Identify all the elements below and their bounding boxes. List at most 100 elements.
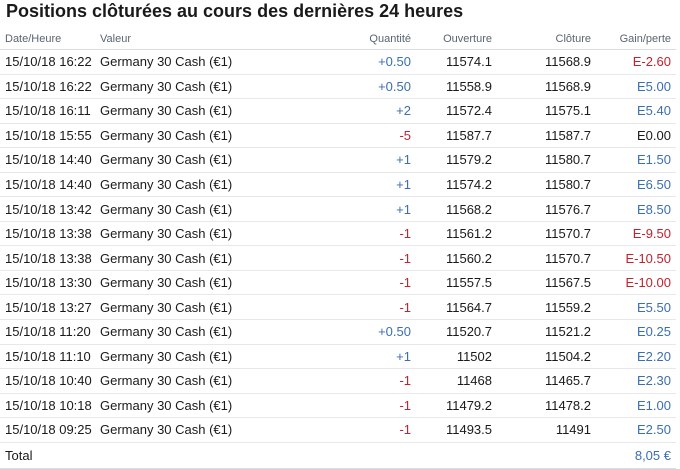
cell-quantity: +2 <box>265 98 416 124</box>
column-header-quantity[interactable]: Quantité <box>265 28 416 50</box>
column-header-close[interactable]: Clôture <box>497 28 596 50</box>
cell-value: Germany 30 Cash (€1) <box>95 123 265 149</box>
cell-quantity: +1 <box>265 147 416 173</box>
cell-close: 11491 <box>497 417 596 443</box>
cell-date: 15/10/18 14:40 <box>0 147 95 173</box>
cell-value: Germany 30 Cash (€1) <box>95 147 265 173</box>
cell-quantity: -1 <box>265 294 416 321</box>
cell-open: 11493.5 <box>416 417 497 443</box>
cell-close: 11587.7 <box>497 123 596 149</box>
cell-close: 11465.7 <box>497 368 596 394</box>
cell-quantity: +1 <box>265 172 416 198</box>
cell-value: Germany 30 Cash (€1) <box>95 196 265 222</box>
column-header-open[interactable]: Ouverture <box>416 28 497 50</box>
cell-close: 11580.7 <box>497 172 596 198</box>
cell-open: 11561.2 <box>416 221 497 247</box>
total-row: Total 8,05 € <box>0 442 676 469</box>
cell-close: 11568.9 <box>497 74 596 100</box>
cell-date: 15/10/18 11:10 <box>0 344 95 370</box>
column-header-date[interactable]: Date/Heure <box>0 28 95 50</box>
table-row[interactable]: 15/10/18 16:22 Germany 30 Cash (€1) +0.5… <box>0 74 676 100</box>
cell-gain: E0.25 <box>596 319 676 345</box>
cell-date: 15/10/18 11:20 <box>0 319 95 345</box>
cell-value: Germany 30 Cash (€1) <box>95 98 265 124</box>
cell-close: 11568.9 <box>497 49 596 75</box>
cell-close: 11478.2 <box>497 393 596 419</box>
cell-value: Germany 30 Cash (€1) <box>95 344 265 370</box>
cell-gain: E8.50 <box>596 196 676 222</box>
cell-value: Germany 30 Cash (€1) <box>95 245 265 271</box>
table-row[interactable]: 15/10/18 14:40 Germany 30 Cash (€1) +1 1… <box>0 172 676 198</box>
cell-close: 11570.7 <box>497 245 596 271</box>
cell-close: 11559.2 <box>497 294 596 321</box>
total-label: Total <box>0 442 95 469</box>
cell-open: 11560.2 <box>416 245 497 271</box>
cell-date: 15/10/18 13:30 <box>0 270 95 296</box>
table-row[interactable]: 15/10/18 16:11 Germany 30 Cash (€1) +2 1… <box>0 98 676 124</box>
cell-quantity: +0.50 <box>265 49 416 75</box>
cell-open: 11520.7 <box>416 319 497 345</box>
cell-close: 11575.1 <box>497 98 596 124</box>
table-row[interactable]: 15/10/18 13:38 Germany 30 Cash (€1) -1 1… <box>0 221 676 247</box>
cell-quantity: -5 <box>265 123 416 149</box>
table-row[interactable]: 15/10/18 13:27 Germany 30 Cash (€1) -1 1… <box>0 294 676 321</box>
cell-quantity: +1 <box>265 344 416 370</box>
table-body: 15/10/18 16:22 Germany 30 Cash (€1) +0.5… <box>0 49 676 443</box>
cell-open: 11579.2 <box>416 147 497 173</box>
table-row[interactable]: 15/10/18 11:20 Germany 30 Cash (€1) +0.5… <box>0 319 676 345</box>
cell-gain: E1.00 <box>596 393 676 419</box>
cell-close: 11576.7 <box>497 196 596 222</box>
cell-gain: E5.50 <box>596 294 676 321</box>
table-row[interactable]: 15/10/18 14:40 Germany 30 Cash (€1) +1 1… <box>0 147 676 173</box>
table-row[interactable]: 15/10/18 13:30 Germany 30 Cash (€1) -1 1… <box>0 270 676 296</box>
total-value: 8,05 € <box>596 442 676 469</box>
column-header-value[interactable]: Valeur <box>95 28 265 50</box>
closed-positions-table: Date/Heure Valeur Quantité Ouverture Clô… <box>0 28 676 469</box>
cell-value: Germany 30 Cash (€1) <box>95 294 265 321</box>
cell-close: 11580.7 <box>497 147 596 173</box>
cell-open: 11587.7 <box>416 123 497 149</box>
cell-close: 11521.2 <box>497 319 596 345</box>
cell-gain: E-2.60 <box>596 49 676 75</box>
table-row[interactable]: 15/10/18 13:42 Germany 30 Cash (€1) +1 1… <box>0 196 676 222</box>
closed-positions-panel: Positions clôturées au cours des dernièr… <box>0 0 680 469</box>
table-row[interactable]: 15/10/18 09:25 Germany 30 Cash (€1) -1 1… <box>0 417 676 443</box>
cell-gain: E-10.00 <box>596 270 676 296</box>
cell-gain: E-10.50 <box>596 245 676 271</box>
cell-open: 11479.2 <box>416 393 497 419</box>
cell-date: 15/10/18 15:55 <box>0 123 95 149</box>
cell-gain: E2.20 <box>596 344 676 370</box>
table-row[interactable]: 15/10/18 13:38 Germany 30 Cash (€1) -1 1… <box>0 245 676 271</box>
cell-date: 15/10/18 16:22 <box>0 49 95 75</box>
page-title: Positions clôturées au cours des dernièr… <box>6 1 464 21</box>
cell-date: 15/10/18 14:40 <box>0 172 95 198</box>
cell-gain: E2.30 <box>596 368 676 394</box>
cell-quantity: -1 <box>265 245 416 271</box>
cell-open: 11468 <box>416 368 497 394</box>
cell-date: 15/10/18 09:25 <box>0 417 95 443</box>
table-row[interactable]: 15/10/18 11:10 Germany 30 Cash (€1) +1 1… <box>0 344 676 370</box>
cell-quantity: +1 <box>265 196 416 222</box>
table-row[interactable]: 15/10/18 10:40 Germany 30 Cash (€1) -1 1… <box>0 368 676 394</box>
cell-date: 15/10/18 10:18 <box>0 393 95 419</box>
table-row[interactable]: 15/10/18 16:22 Germany 30 Cash (€1) +0.5… <box>0 49 676 75</box>
cell-quantity: +0.50 <box>265 74 416 100</box>
table-header-row: Date/Heure Valeur Quantité Ouverture Clô… <box>0 28 676 50</box>
cell-close: 11567.5 <box>497 270 596 296</box>
table-row[interactable]: 15/10/18 15:55 Germany 30 Cash (€1) -5 1… <box>0 123 676 149</box>
cell-date: 15/10/18 16:22 <box>0 74 95 100</box>
cell-open: 11502 <box>416 344 497 370</box>
cell-date: 15/10/18 13:27 <box>0 294 95 321</box>
column-header-gain[interactable]: Gain/perte <box>596 28 676 50</box>
cell-date: 15/10/18 16:11 <box>0 98 95 124</box>
cell-date: 15/10/18 13:38 <box>0 221 95 247</box>
cell-date: 15/10/18 13:42 <box>0 196 95 222</box>
table-row[interactable]: 15/10/18 10:18 Germany 30 Cash (€1) -1 1… <box>0 393 676 419</box>
cell-value: Germany 30 Cash (€1) <box>95 74 265 100</box>
cell-value: Germany 30 Cash (€1) <box>95 319 265 345</box>
cell-date: 15/10/18 10:40 <box>0 368 95 394</box>
cell-value: Germany 30 Cash (€1) <box>95 368 265 394</box>
cell-value: Germany 30 Cash (€1) <box>95 393 265 419</box>
cell-gain: E0.00 <box>596 123 676 149</box>
cell-quantity: +0.50 <box>265 319 416 345</box>
